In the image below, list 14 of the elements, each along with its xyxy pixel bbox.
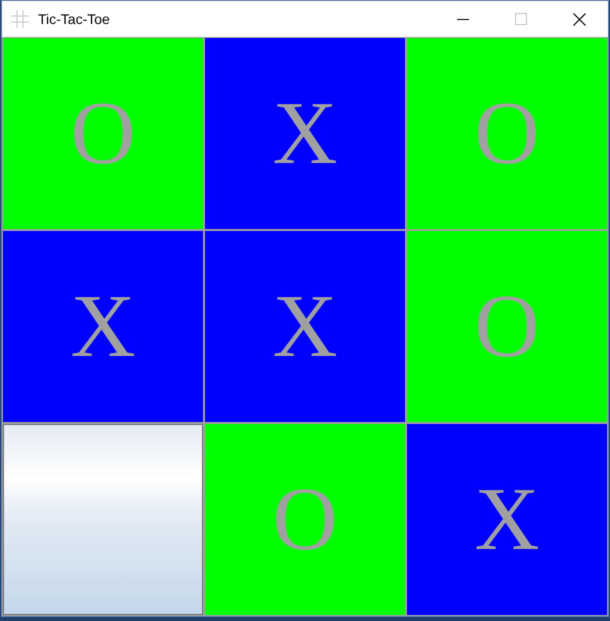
board-square[interactable]: O — [205, 424, 405, 615]
board-square[interactable]: O — [407, 231, 607, 422]
grid-icon — [11, 10, 29, 28]
minimize-icon — [457, 18, 469, 20]
board-square[interactable]: X — [205, 38, 405, 229]
board-square[interactable]: X — [407, 424, 607, 615]
maximize-icon — [515, 13, 527, 25]
board-square[interactable]: O — [407, 38, 607, 229]
window-title: Tic-Tac-Toe — [38, 12, 110, 26]
board-square[interactable]: O — [3, 38, 203, 229]
board-square[interactable]: X — [205, 231, 405, 422]
empty-square[interactable] — [3, 424, 203, 615]
close-icon — [572, 12, 586, 26]
board-square[interactable]: X — [3, 231, 203, 422]
